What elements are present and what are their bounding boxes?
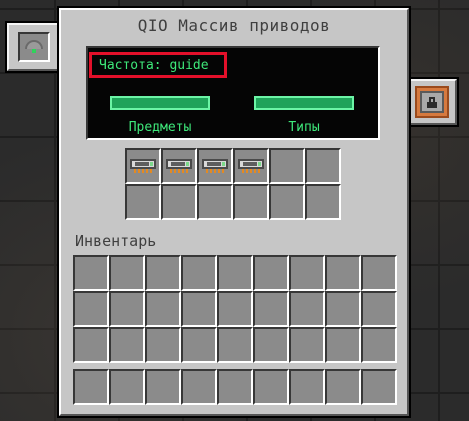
redstone-control-icon xyxy=(25,40,43,54)
hotbar-slot[interactable] xyxy=(289,369,325,405)
drive-slot[interactable] xyxy=(125,148,161,184)
inventory-slot[interactable] xyxy=(217,255,253,291)
hotbar-slot[interactable] xyxy=(109,369,145,405)
drive-icon xyxy=(130,157,156,175)
drive-slot[interactable] xyxy=(269,148,305,184)
inventory-slot[interactable] xyxy=(217,327,253,363)
inventory-slot[interactable] xyxy=(73,291,109,327)
items-label: Предметы xyxy=(128,120,192,135)
drive-array-window: QIO Массив приводов Частота: guide Предм… xyxy=(59,8,409,416)
hotbar-slot[interactable] xyxy=(181,369,217,405)
inventory-slot[interactable] xyxy=(109,255,145,291)
inventory-slot[interactable] xyxy=(181,291,217,327)
drive-slot[interactable] xyxy=(305,184,341,220)
inventory-slot[interactable] xyxy=(325,291,361,327)
hotbar-slot[interactable] xyxy=(217,369,253,405)
hotbar-slot[interactable] xyxy=(145,369,181,405)
status-display: Частота: guide Предметы Типы xyxy=(86,46,380,140)
inventory-slot[interactable] xyxy=(361,255,397,291)
hotbar-slot[interactable] xyxy=(73,369,109,405)
drive-icon xyxy=(202,157,228,175)
drive-slot[interactable] xyxy=(233,148,269,184)
types-label: Типы xyxy=(288,120,320,135)
inventory-slot[interactable] xyxy=(181,255,217,291)
lock-button[interactable] xyxy=(415,86,449,118)
drive-slot[interactable] xyxy=(233,184,269,220)
inventory-slot[interactable] xyxy=(181,327,217,363)
drive-slot[interactable] xyxy=(161,148,197,184)
lock-icon xyxy=(427,96,437,108)
inventory-slot[interactable] xyxy=(289,291,325,327)
redstone-control-button[interactable] xyxy=(18,32,50,62)
inventory-slot[interactable] xyxy=(145,255,181,291)
drive-slot[interactable] xyxy=(197,148,233,184)
drive-icon xyxy=(238,157,264,175)
inventory-slot[interactable] xyxy=(253,327,289,363)
drive-slot[interactable] xyxy=(269,184,305,220)
hotbar-slot[interactable] xyxy=(361,369,397,405)
inventory-label: Инвентарь xyxy=(75,232,157,250)
inventory-slot[interactable] xyxy=(253,255,289,291)
redstone-control-tab xyxy=(7,23,61,71)
inventory-slot[interactable] xyxy=(253,291,289,327)
inventory-slot[interactable] xyxy=(109,327,145,363)
drive-icon xyxy=(166,157,192,175)
types-capacity-bar xyxy=(254,96,354,110)
inventory-slot[interactable] xyxy=(145,291,181,327)
drive-slot[interactable] xyxy=(125,184,161,220)
items-capacity-bar xyxy=(110,96,210,110)
inventory-slot[interactable] xyxy=(289,255,325,291)
frequency-box[interactable]: Частота: guide xyxy=(89,52,227,78)
inventory-slot[interactable] xyxy=(217,291,253,327)
inventory-slot[interactable] xyxy=(325,255,361,291)
drive-slot[interactable] xyxy=(161,184,197,220)
inventory-slot[interactable] xyxy=(73,255,109,291)
inventory-slot[interactable] xyxy=(361,291,397,327)
inventory-slot[interactable] xyxy=(109,291,145,327)
drive-slot[interactable] xyxy=(305,148,341,184)
security-tab xyxy=(407,79,457,125)
inventory-slot[interactable] xyxy=(325,327,361,363)
hotbar-slot[interactable] xyxy=(325,369,361,405)
inventory-slot[interactable] xyxy=(145,327,181,363)
inventory-slot[interactable] xyxy=(361,327,397,363)
inventory-slot[interactable] xyxy=(289,327,325,363)
frequency-text: Частота: guide xyxy=(99,57,209,73)
window-title: QIO Массив приводов xyxy=(137,16,331,35)
inventory-slot[interactable] xyxy=(73,327,109,363)
drive-slot[interactable] xyxy=(197,184,233,220)
hotbar-slot[interactable] xyxy=(253,369,289,405)
